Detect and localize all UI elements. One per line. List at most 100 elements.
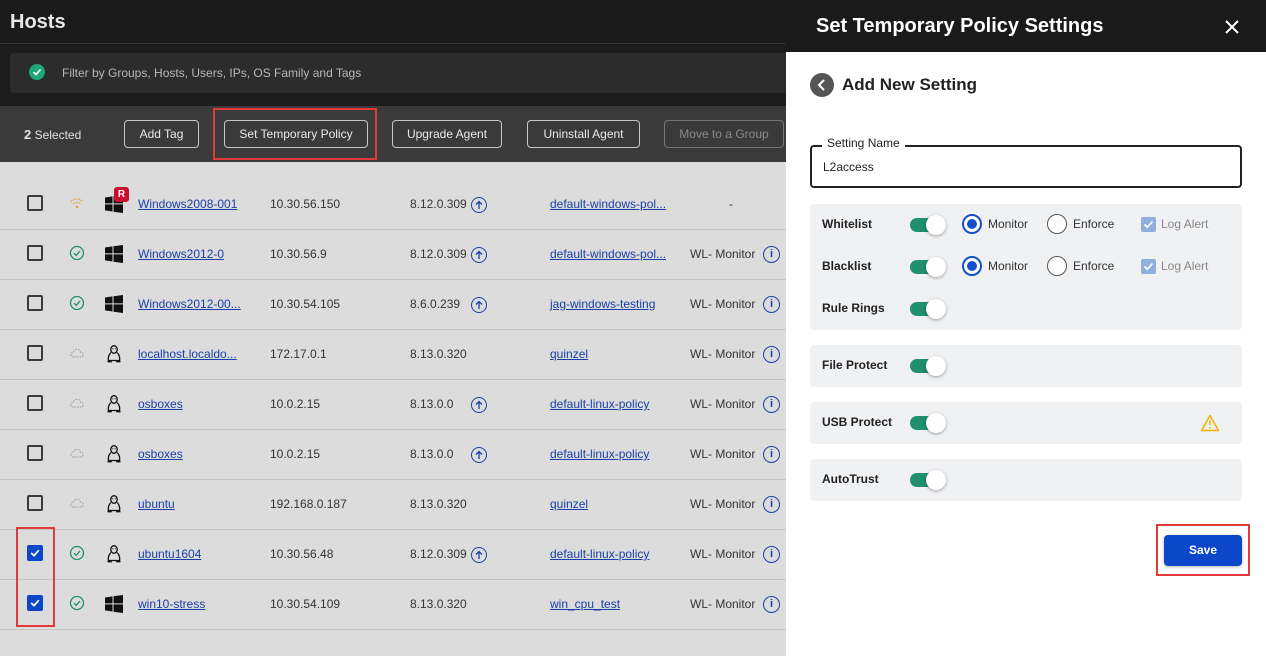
whitelist-enforce-radio[interactable] — [1047, 214, 1067, 234]
ip-address: 10.30.54.109 — [270, 597, 341, 611]
info-icon[interactable]: i — [763, 546, 780, 563]
row-checkbox[interactable] — [27, 345, 43, 361]
enforcement-mode: WL- Monitor — [690, 447, 756, 461]
agent-version: 8.13.0.320 — [410, 497, 467, 511]
row-checkbox[interactable] — [27, 195, 43, 211]
move-to-group-button[interactable]: Move to a Group — [664, 120, 784, 148]
host-link[interactable]: ubuntu — [138, 497, 175, 511]
ip-address: 10.30.56.9 — [270, 247, 327, 261]
save-button[interactable]: Save — [1164, 535, 1242, 566]
whitelist-monitor-radio[interactable] — [962, 214, 982, 234]
agent-version: 8.12.0.309 — [410, 547, 467, 561]
windows-icon — [104, 244, 124, 264]
table-row[interactable]: osboxes 10.0.2.15 8.13.0.0 default-linux-po… — [0, 380, 786, 430]
info-icon[interactable]: i — [763, 496, 780, 513]
info-icon[interactable]: i — [763, 596, 780, 613]
host-link[interactable]: localhost.localdo... — [138, 347, 237, 361]
blacklist-toggle[interactable] — [910, 257, 946, 277]
set-temporary-policy-button[interactable]: Set Temporary Policy — [224, 120, 368, 148]
policy-link[interactable]: default-linux-policy — [550, 447, 649, 461]
table-row[interactable]: ubuntu1604 10.30.56.48 8.12.0.309 default-l… — [0, 530, 786, 580]
restart-badge: R — [114, 187, 129, 202]
setting-name-field[interactable] — [810, 145, 1242, 188]
blacklist-monitor-radio[interactable] — [962, 256, 982, 276]
usb-protect-toggle[interactable] — [910, 413, 946, 433]
table-row[interactable]: Windows2012-0 10.30.56.9 8.12.0.309 default… — [0, 230, 786, 280]
table-row[interactable]: osboxes 10.0.2.15 8.13.0.0 default-linux-po… — [0, 430, 786, 480]
upgrade-available-icon[interactable] — [471, 297, 487, 313]
close-icon[interactable] — [1222, 17, 1242, 37]
host-link[interactable]: osboxes — [138, 397, 183, 411]
windows-icon — [104, 294, 124, 314]
upgrade-agent-button[interactable]: Upgrade Agent — [392, 120, 502, 148]
file-protect-toggle[interactable] — [910, 356, 946, 376]
policy-link[interactable]: default-windows-pol... — [550, 197, 666, 211]
autotrust-card: AutoTrust — [810, 459, 1242, 501]
policy-link[interactable]: default-linux-policy — [550, 547, 649, 561]
row-checkbox[interactable] — [27, 545, 43, 561]
host-link[interactable]: Windows2008-001 — [138, 197, 237, 211]
row-checkbox[interactable] — [27, 495, 43, 511]
hosts-app: Hosts Filter by Groups, Hosts, Users, IP… — [0, 0, 800, 656]
whitelist-toggle[interactable] — [910, 215, 946, 235]
whitelist-monitor-label: Monitor — [988, 217, 1029, 231]
uninstall-agent-button[interactable]: Uninstall Agent — [527, 120, 640, 148]
upgrade-available-icon[interactable] — [471, 547, 487, 563]
upgrade-available-icon[interactable] — [471, 247, 487, 263]
row-checkbox[interactable] — [27, 445, 43, 461]
host-link[interactable]: osboxes — [138, 447, 183, 461]
row-checkbox[interactable] — [27, 295, 43, 311]
ip-address: 10.30.54.105 — [270, 297, 341, 311]
setting-name-label: Setting Name — [822, 136, 905, 150]
warning-icon[interactable] — [1200, 414, 1220, 432]
whitelist-log-alert-checkbox[interactable] — [1141, 217, 1156, 232]
ip-address: 10.0.2.15 — [270, 397, 321, 411]
host-link[interactable]: Windows2012-0 — [138, 247, 224, 261]
check-circle-icon — [29, 64, 45, 80]
blacklist-enforce-radio[interactable] — [1047, 256, 1067, 276]
host-link[interactable]: Windows2012-00... — [138, 297, 241, 311]
linux-icon — [104, 544, 124, 564]
policy-link[interactable]: win_cpu_test — [550, 597, 620, 611]
blacklist-log-alert-label: Log Alert — [1161, 259, 1209, 273]
upgrade-available-icon[interactable] — [471, 447, 487, 463]
rule-rings-toggle[interactable] — [910, 299, 946, 319]
autotrust-toggle[interactable] — [910, 470, 946, 490]
table-row[interactable]: win10-stress 10.30.54.109 8.13.0.320 win_cp… — [0, 580, 786, 630]
policy-link[interactable]: default-windows-pol... — [550, 247, 666, 261]
file-protect-label: File Protect — [822, 358, 888, 372]
row-checkbox[interactable] — [27, 595, 43, 611]
host-link[interactable]: win10-stress — [138, 597, 205, 611]
rule-rings-label: Rule Rings — [822, 301, 885, 315]
upgrade-available-icon[interactable] — [471, 197, 487, 213]
filter-input[interactable]: Filter by Groups, Hosts, Users, IPs, OS … — [10, 53, 800, 93]
host-link[interactable]: ubuntu1604 — [138, 547, 201, 561]
policy-link[interactable]: jag-windows-testing — [550, 297, 655, 311]
table-row[interactable]: R Windows2008-001 10.30.56.150 8.12.0.309 de… — [0, 180, 786, 230]
table-row[interactable]: Windows2012-00... 10.30.54.105 8.6.0.239 ja… — [0, 280, 786, 330]
upgrade-available-icon[interactable] — [471, 397, 487, 413]
back-arrow-icon[interactable] — [810, 73, 834, 97]
windows-icon: R — [104, 187, 129, 214]
row-checkbox[interactable] — [27, 395, 43, 411]
linux-icon — [104, 344, 124, 364]
info-icon[interactable]: i — [763, 246, 780, 263]
info-icon[interactable]: i — [763, 446, 780, 463]
check-circle-icon — [69, 295, 85, 311]
ip-address: 192.168.0.187 — [270, 497, 347, 511]
policy-link[interactable]: quinzel — [550, 347, 588, 361]
table-row[interactable]: ubuntu 192.168.0.187 8.13.0.320 quinzel WL- … — [0, 480, 786, 530]
policy-link[interactable]: default-linux-policy — [550, 397, 649, 411]
blacklist-log-alert-checkbox[interactable] — [1141, 259, 1156, 274]
enforcement-mode: WL- Monitor — [690, 297, 756, 311]
row-checkbox[interactable] — [27, 245, 43, 261]
blacklist-monitor-label: Monitor — [988, 259, 1029, 273]
info-icon[interactable]: i — [763, 296, 780, 313]
add-tag-button[interactable]: Add Tag — [124, 120, 199, 148]
info-icon[interactable]: i — [763, 396, 780, 413]
info-icon[interactable]: i — [763, 346, 780, 363]
enforcement-mode: WL- Monitor — [690, 547, 756, 561]
policy-link[interactable]: quinzel — [550, 497, 588, 511]
table-row[interactable]: localhost.localdo... 172.17.0.1 8.13.0.320… — [0, 330, 786, 380]
app-header: Hosts — [0, 0, 786, 44]
